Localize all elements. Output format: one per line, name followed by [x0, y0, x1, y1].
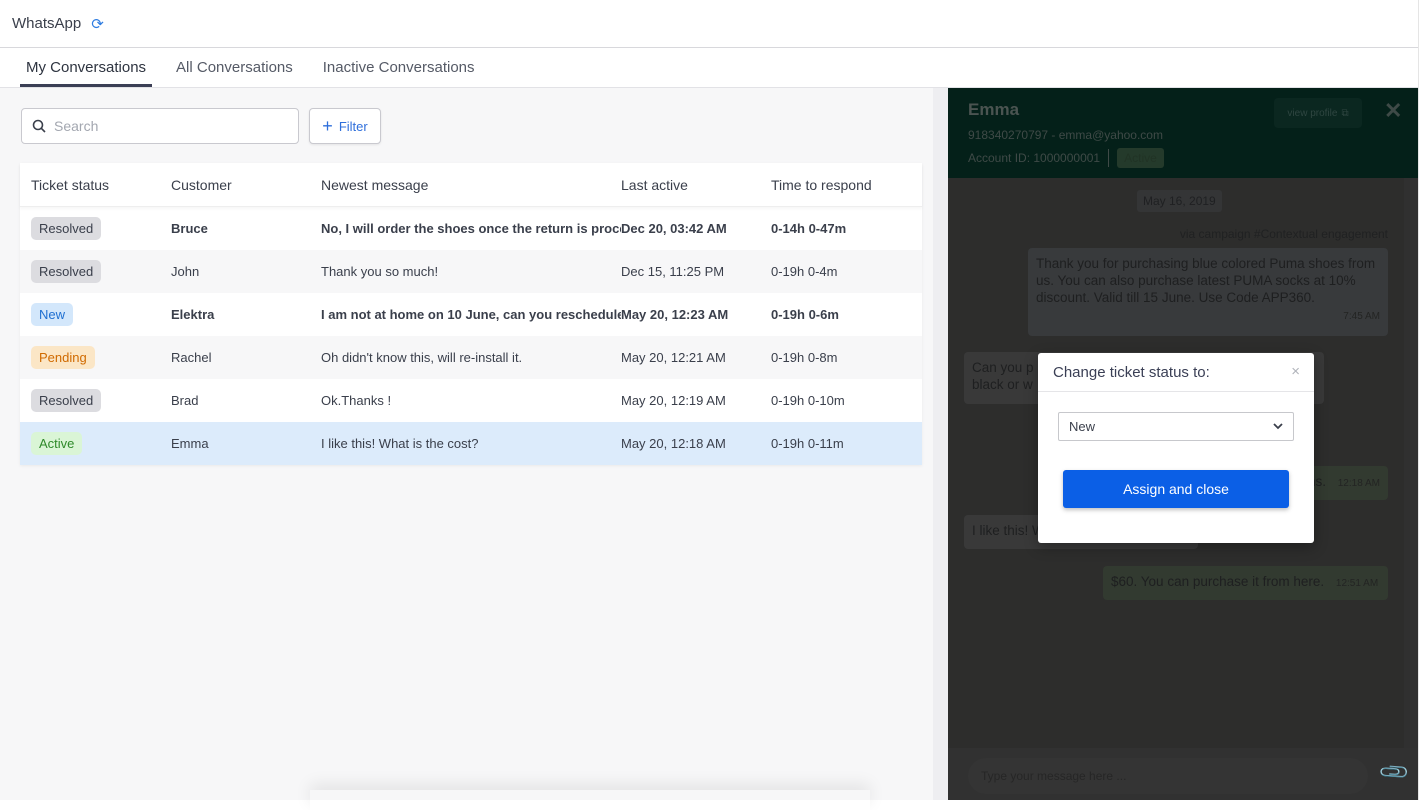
app-title: WhatsApp [12, 15, 82, 32]
filter-button[interactable]: + Filter [309, 108, 381, 144]
message-bubble: $60. You can purchase it from here. 12:5… [1103, 566, 1388, 600]
table-header: Ticket status Customer Newest message La… [20, 163, 922, 207]
last-active-cell: May 20, 12:18 AM [621, 436, 726, 451]
view-profile-button[interactable]: view profile ⧉ [1274, 98, 1362, 128]
ticket-status-cell: Active [20, 432, 171, 455]
newest-message-cell: Ok.Thanks ! [321, 393, 392, 408]
table-row[interactable]: Pending Rachel Oh didn't know this, will r… [20, 336, 922, 379]
time-to-respond-cell: 0-19h 0-11m [771, 436, 844, 451]
time-to-respond-cell: 0-19h 0-6m [771, 307, 839, 322]
divider [1108, 149, 1110, 167]
last-active-cell: Dec 20, 03:42 AM [621, 221, 727, 236]
customer-cell: John [171, 264, 200, 279]
time-to-respond-cell: 0-19h 0-10m [771, 393, 845, 408]
table-row[interactable]: Resolved Bruce No, I will order the shoes … [20, 207, 922, 250]
ticket-status-cell: Resolved [20, 217, 171, 240]
modal-close-icon[interactable]: × [1291, 363, 1300, 380]
conversation-list-panel: + Filter Ticket status Customer Newest m… [0, 88, 933, 800]
col-last-active[interactable]: Last active [621, 177, 771, 193]
message-time: 12:51 AM [1335, 578, 1379, 589]
message-time: 7:45 AM [1343, 311, 1380, 322]
time-to-respond-cell: 0-14h 0-47m [771, 221, 847, 236]
last-active-cell: Dec 15, 11:25 PM [621, 264, 725, 279]
plus-icon: + [322, 116, 333, 136]
message-input[interactable]: Type your message here ... [968, 758, 1368, 794]
message-text: Thank you for purchasing blue colored Pu… [1036, 256, 1376, 305]
col-time-to-respond[interactable]: Time to respond [771, 177, 921, 193]
bottom-shadow [310, 790, 870, 810]
newest-message-cell: No, I will order the shoes once the retu… [321, 221, 621, 236]
newest-message-cell: I am not at home on 10 June, can you res… [321, 307, 621, 322]
modal-title: Change ticket status to: [1038, 353, 1314, 392]
filter-label: Filter [338, 118, 368, 134]
change-status-modal: Change ticket status to: × New Assign an… [1038, 353, 1314, 543]
message-time: 12:18 AM [1337, 478, 1380, 489]
table-row[interactable]: Active Emma I like this! What is the cost?… [20, 422, 922, 465]
status-badge: Active [31, 432, 83, 455]
status-select[interactable]: New [1058, 412, 1294, 441]
account-id: Account ID: 1000000001 [968, 151, 1101, 165]
chat-header: Emma 918340270797 - emma@yahoo.com Accou… [948, 88, 1418, 178]
date-separator: May 16, 2019 [1137, 190, 1222, 212]
conversations-table: Ticket status Customer Newest message La… [20, 163, 922, 465]
status-badge: Resolved [31, 260, 102, 283]
ticket-status-cell: Pending [20, 346, 171, 369]
table-row[interactable]: New Elektra I am not at home on 10 June, c… [20, 293, 922, 336]
status-badge: Resolved [31, 389, 102, 412]
col-customer[interactable]: Customer [171, 177, 321, 193]
col-newest-message[interactable]: Newest message [321, 177, 621, 193]
view-profile-label: view profile [1287, 107, 1338, 119]
status-select-value: New [1069, 419, 1096, 434]
table-row[interactable]: Resolved Brad Ok.Thanks ! May 20, 12:19 AM 0… [20, 379, 922, 422]
status-badge: Resolved [31, 217, 102, 240]
assign-and-close-button[interactable]: Assign and close [1063, 470, 1289, 508]
message-text: $60. You can purchase it from here. [1111, 574, 1325, 589]
ticket-status-cell: Resolved [20, 260, 171, 283]
last-active-cell: May 20, 12:23 AM [621, 307, 729, 322]
newest-message-cell: Oh didn't know this, will re-install it. [321, 350, 523, 365]
customer-cell: Bruce [171, 221, 208, 236]
chat-scrollbar[interactable] [1404, 178, 1418, 748]
attachment-icon[interactable]: 📎 [1377, 755, 1412, 790]
status-badge: Active [1117, 148, 1164, 168]
campaign-label: via campaign #Contextual engagement [1179, 227, 1388, 241]
refresh-icon[interactable]: ⟳ [91, 15, 104, 33]
ticket-status-cell: New [20, 303, 171, 326]
col-ticket-status[interactable]: Ticket status [20, 177, 171, 193]
customer-cell: Elektra [171, 307, 215, 322]
newest-message-cell: I like this! What is the cost? [321, 436, 479, 451]
time-to-respond-cell: 0-19h 0-8m [771, 350, 838, 365]
tab-my-conversations[interactable]: My Conversations [20, 48, 153, 87]
page-scrollbar[interactable] [1418, 0, 1427, 800]
panel-divider [933, 88, 948, 800]
status-badge: New [31, 303, 74, 326]
table-row[interactable]: Resolved John Thank you so much! Dec 15, 11… [20, 250, 922, 293]
close-icon[interactable]: ✕ [1384, 98, 1402, 124]
external-link-icon: ⧉ [1341, 107, 1349, 119]
last-active-cell: May 20, 12:19 AM [621, 393, 726, 408]
tab-bar: My Conversations All Conversations Inact… [0, 48, 1419, 88]
search-box[interactable] [21, 108, 299, 144]
status-badge: Pending [31, 346, 95, 369]
message-text: I like this! W [972, 523, 1045, 538]
customer-cell: Emma [171, 436, 209, 451]
time-to-respond-cell: 0-19h 0-4m [771, 264, 838, 279]
newest-message-cell: Thank you so much! [321, 264, 439, 279]
tab-all-conversations[interactable]: All Conversations [170, 48, 299, 87]
last-active-cell: May 20, 12:21 AM [621, 350, 726, 365]
top-bar: WhatsApp ⟳ [0, 0, 1419, 48]
composer: Type your message here ... 📎 [948, 748, 1418, 800]
contact-info: 918340270797 - emma@yahoo.com [968, 128, 1163, 142]
search-icon [32, 119, 46, 133]
customer-cell: Rachel [171, 350, 212, 365]
search-input[interactable] [54, 118, 274, 134]
tab-inactive-conversations[interactable]: Inactive Conversations [317, 48, 481, 87]
ticket-status-cell: Resolved [20, 389, 171, 412]
message-bubble: Thank you for purchasing blue colored Pu… [1028, 248, 1388, 336]
chevron-down-icon [1273, 423, 1283, 430]
customer-cell: Brad [171, 393, 199, 408]
